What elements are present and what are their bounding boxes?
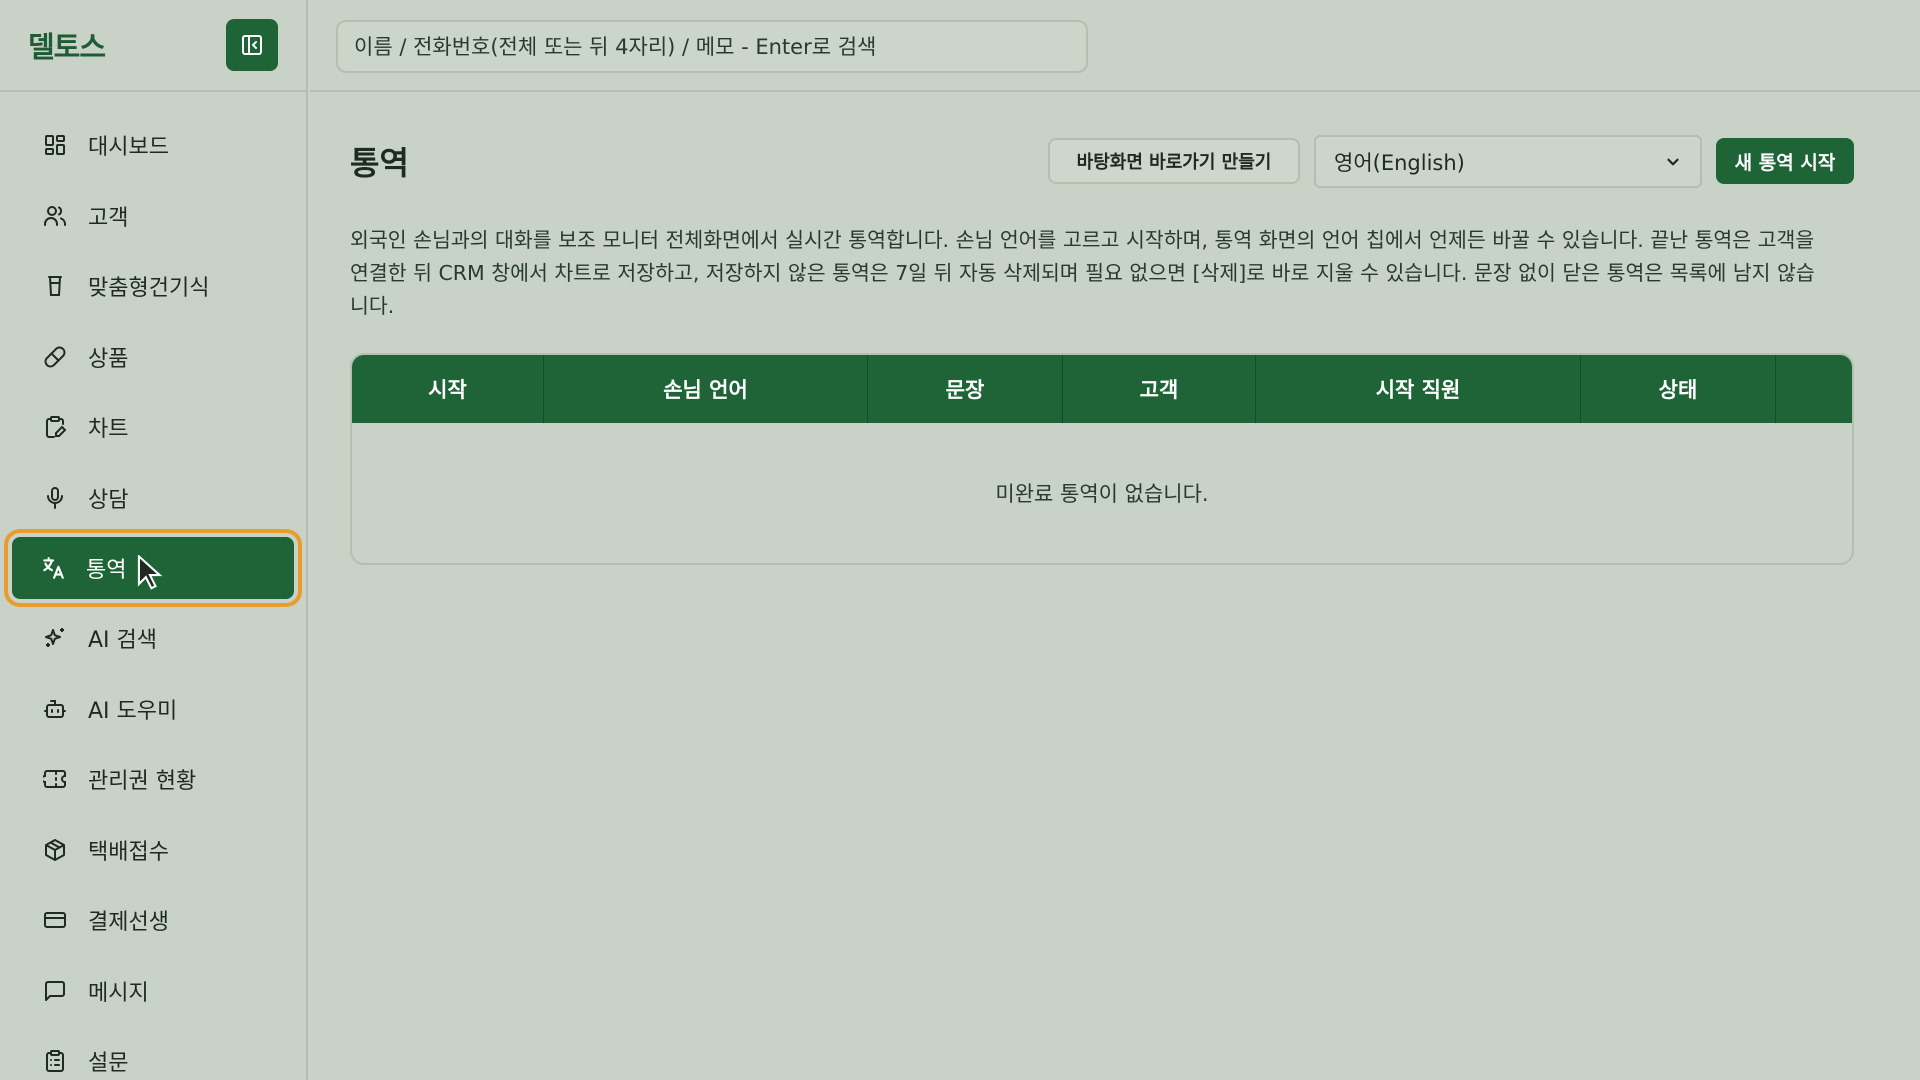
title-row: 통역 바탕화면 바로가기 만들기 영어(English) 새 통역 시작 <box>350 92 1854 228</box>
page-description: 외국인 손님과의 대화를 보조 모니터 전체화면에서 실시간 통역합니다. 손님… <box>350 228 1815 318</box>
sidebar-item-survey[interactable]: 설문 <box>0 1026 306 1080</box>
main-content: 통역 바탕화면 바로가기 만들기 영어(English) 새 통역 시작 외국인… <box>350 92 1854 565</box>
sidebar-item-messages[interactable]: 메시지 <box>0 956 306 1027</box>
column-header-start[interactable]: 시작 <box>352 355 544 423</box>
sidebar-item-products[interactable]: 상품 <box>0 322 306 393</box>
sidebar-item-chart[interactable]: 차트 <box>0 392 306 463</box>
page-title: 통역 <box>350 144 409 182</box>
sidebar-item-parcel[interactable]: 택배접수 <box>0 815 306 886</box>
sidebar-collapse-icon <box>242 35 262 55</box>
column-header-actions <box>1776 355 1852 423</box>
column-header-status[interactable]: 상태 <box>1581 355 1776 423</box>
sidebar-item-membership-status[interactable]: 관리권 현황 <box>0 744 306 815</box>
mouse-cursor-icon <box>137 555 163 590</box>
package-icon <box>42 837 68 863</box>
column-header-start-staff[interactable]: 시작 직원 <box>1256 355 1581 423</box>
new-interpretation-button[interactable]: 새 통역 시작 <box>1716 138 1854 184</box>
dashboard-grid-icon <box>42 132 68 158</box>
sidebar-item-label: 맞춤형건기식 <box>88 276 210 302</box>
clipboard-list-icon <box>42 1048 68 1074</box>
search-input[interactable] <box>336 20 1088 73</box>
message-square-icon <box>42 978 68 1004</box>
language-select-value: 영어(English) <box>1334 150 1465 175</box>
sidebar-item-interpretation[interactable]: 통역 <box>12 537 294 599</box>
credit-card-icon <box>42 907 68 933</box>
microphone-icon <box>42 485 68 511</box>
sidebar-item-ai-search[interactable]: AI 검색 <box>0 603 306 674</box>
sidebar-header: 델토스 <box>0 0 306 92</box>
create-desktop-shortcut-button[interactable]: 바탕화면 바로가기 만들기 <box>1048 138 1300 184</box>
users-icon <box>42 203 68 229</box>
sidebar-nav: 대시보드 고객 맞춤형건기식 상품 차트 상담 통역 AI 검색 AI 도우미 … <box>0 92 306 1080</box>
sidebar: 델토스 대시보드 고객 맞춤형건기식 상품 차트 상담 통역 AI 검색 AI … <box>0 0 308 1080</box>
sidebar-item-label: 상품 <box>88 346 129 372</box>
brand-logo[interactable]: 델토스 <box>28 24 106 66</box>
sidebar-item-label: 차트 <box>88 417 129 443</box>
column-header-guest-language[interactable]: 손님 언어 <box>544 355 868 423</box>
sidebar-item-dashboard[interactable]: 대시보드 <box>0 110 306 181</box>
bot-icon <box>42 696 68 722</box>
pill-icon <box>42 344 68 370</box>
cup-icon <box>42 273 68 299</box>
language-select[interactable]: 영어(English) <box>1314 135 1702 188</box>
column-header-sentences[interactable]: 문장 <box>868 355 1063 423</box>
sidebar-item-label: 상담 <box>88 487 129 513</box>
sidebar-item-label: 메시지 <box>88 980 149 1006</box>
sidebar-item-label: 통역 <box>86 558 127 583</box>
sidebar-item-label: 결제선생 <box>88 910 169 936</box>
sidebar-item-payment[interactable]: 결제선생 <box>0 885 306 956</box>
sidebar-item-label: AI 검색 <box>88 628 158 654</box>
chevron-down-icon <box>1667 158 1679 165</box>
sidebar-item-ai-assistant[interactable]: AI 도우미 <box>0 674 306 745</box>
sidebar-item-customers[interactable]: 고객 <box>0 181 306 252</box>
sparkles-icon <box>42 625 68 651</box>
sidebar-item-label: 설문 <box>88 1051 129 1077</box>
sidebar-item-label: 택배접수 <box>88 839 169 865</box>
sidebar-item-consultation[interactable]: 상담 <box>0 463 306 534</box>
top-bar <box>310 0 1920 92</box>
clipboard-edit-icon <box>42 414 68 440</box>
table-empty-message: 미완료 통역이 없습니다. <box>995 482 1209 506</box>
table-header: 시작 손님 언어 문장 고객 시작 직원 상태 <box>352 355 1852 423</box>
column-header-customer[interactable]: 고객 <box>1063 355 1256 423</box>
sidebar-item-label: AI 도우미 <box>88 698 178 724</box>
ticket-icon <box>42 766 68 792</box>
sidebar-item-label: 고객 <box>88 205 129 231</box>
interpretation-table: 시작 손님 언어 문장 고객 시작 직원 상태 미완료 통역이 없습니다. <box>350 353 1854 565</box>
sidebar-item-supplements[interactable]: 맞춤형건기식 <box>0 251 306 322</box>
collapse-sidebar-button[interactable] <box>226 19 278 71</box>
translate-icon <box>40 555 66 581</box>
sidebar-item-label: 관리권 현황 <box>88 769 197 795</box>
sidebar-item-label: 대시보드 <box>88 135 169 161</box>
